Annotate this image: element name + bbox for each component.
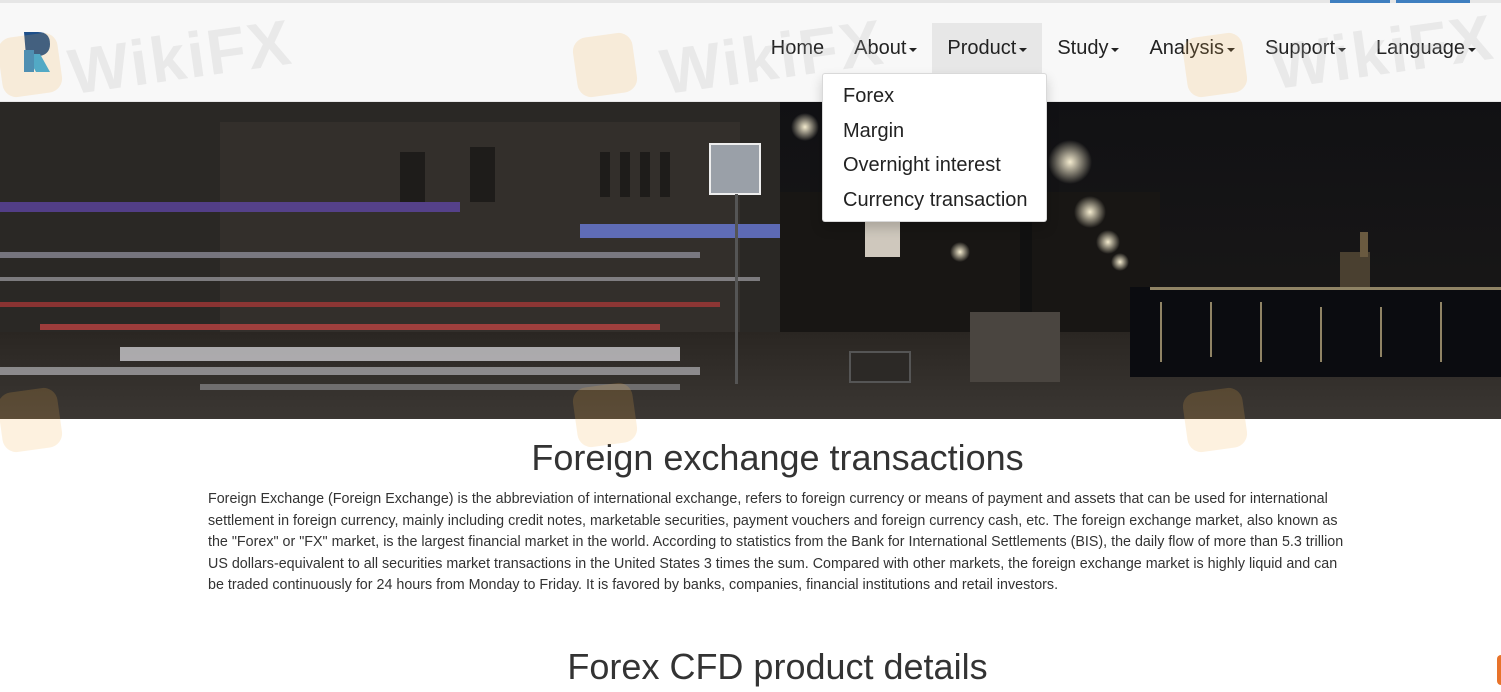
- nav-analysis[interactable]: Analysis: [1134, 23, 1249, 73]
- menu-item-margin[interactable]: Margin: [823, 114, 1046, 149]
- nav-home[interactable]: Home: [756, 23, 839, 73]
- nav-product[interactable]: Product: [932, 23, 1043, 73]
- brand-logo[interactable]: [22, 30, 52, 74]
- nav-language[interactable]: Language: [1361, 23, 1491, 73]
- nav-label: Analysis: [1149, 36, 1224, 59]
- hero-banner: [0, 102, 1501, 419]
- nav-label: Language: [1376, 36, 1465, 59]
- caret-down-icon: [1111, 47, 1120, 52]
- nav-label: Home: [770, 36, 825, 59]
- caret-down-icon: [909, 47, 918, 52]
- caret-down-icon: [1226, 47, 1235, 52]
- navbar: Home About Product Study Analysis Suppor…: [0, 3, 1501, 102]
- nav-label: Study: [1057, 36, 1109, 59]
- nav-study[interactable]: Study: [1042, 23, 1134, 73]
- section-body: Foreign Exchange (Foreign Exchange) is t…: [208, 491, 1344, 593]
- side-widget-tab[interactable]: [1497, 655, 1501, 685]
- menu-item-currency-transaction[interactable]: Currency transaction: [823, 183, 1046, 218]
- caret-down-icon: [1468, 47, 1476, 52]
- product-dropdown-menu: Forex Margin Overnight interest Currency…: [822, 73, 1047, 222]
- nav-support[interactable]: Support: [1250, 23, 1361, 73]
- section-title: Forex CFD product details: [567, 646, 988, 687]
- section-title: Foreign exchange transactions: [531, 437, 1024, 478]
- night-street-image: [0, 102, 1501, 419]
- caret-down-icon: [1338, 47, 1347, 52]
- caret-down-icon: [1019, 47, 1028, 52]
- nav-label: About: [854, 36, 907, 59]
- main-nav: Home About Product Study Analysis Suppor…: [756, 23, 1491, 73]
- nav-label: Support: [1264, 36, 1336, 59]
- menu-item-forex[interactable]: Forex: [823, 79, 1046, 114]
- menu-item-overnight-interest[interactable]: Overnight interest: [823, 148, 1046, 183]
- nav-label: Product: [947, 36, 1017, 59]
- nav-about[interactable]: About: [839, 23, 932, 73]
